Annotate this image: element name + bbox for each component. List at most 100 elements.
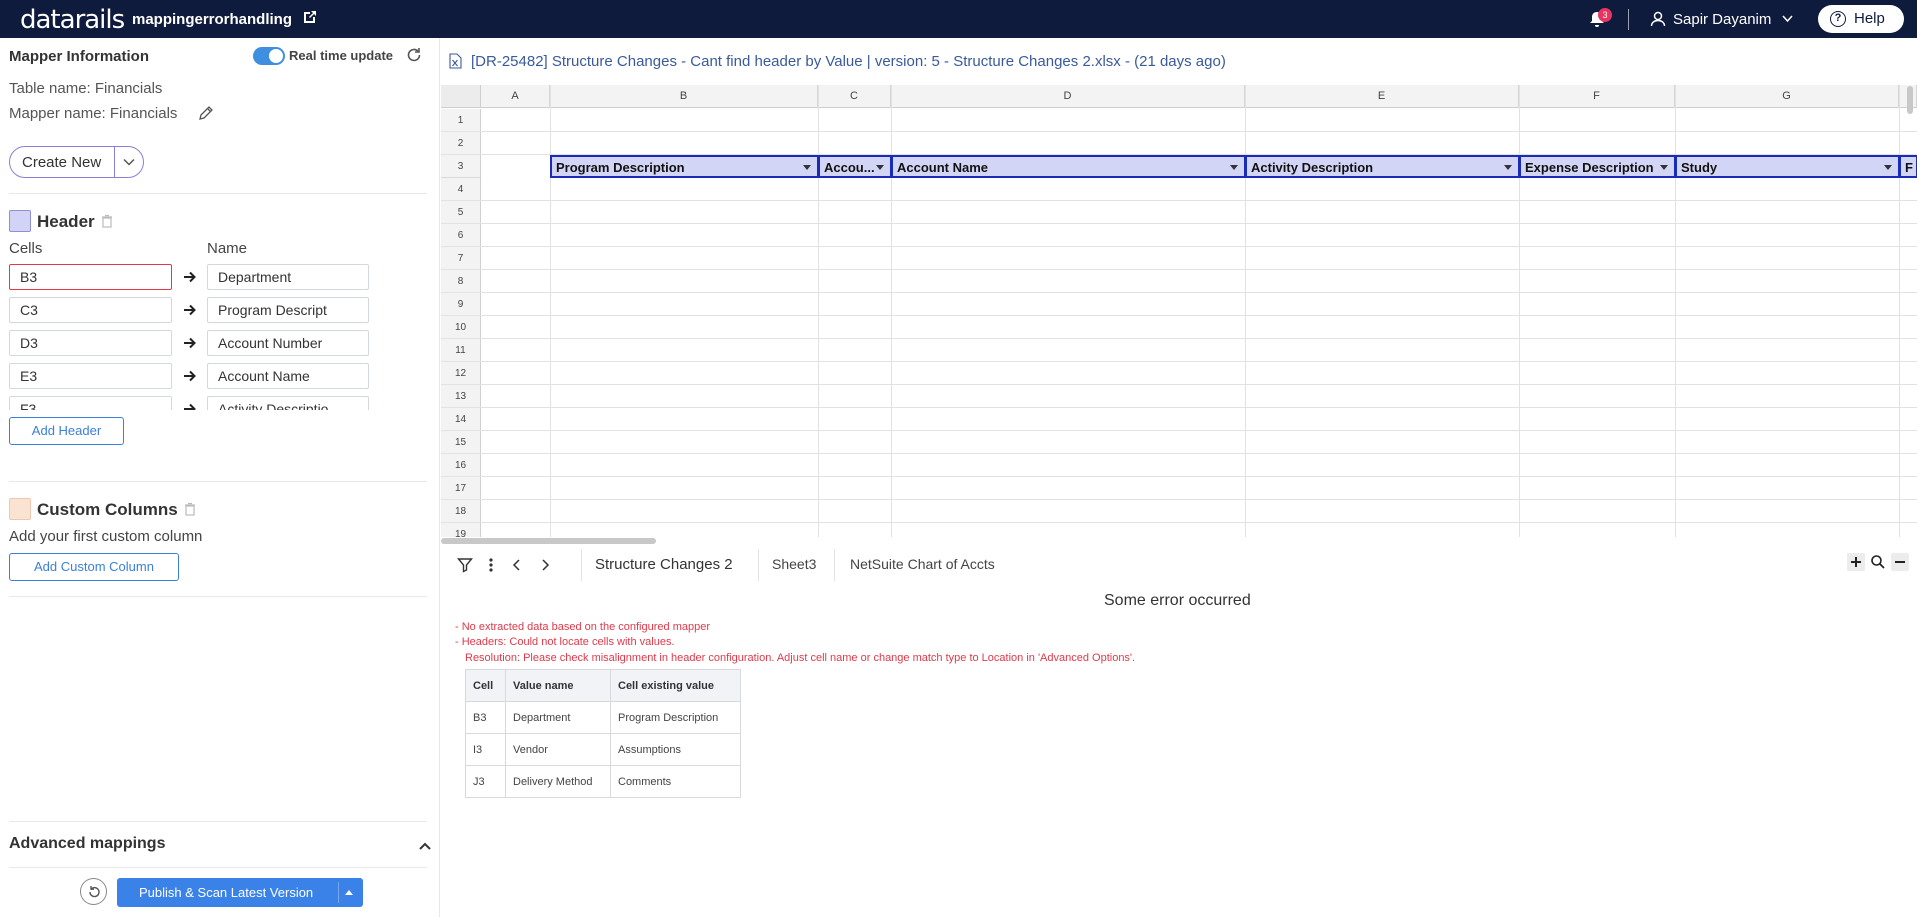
header-cell[interactable]: Program Description [550, 155, 818, 178]
header-cell[interactable]: Account Name [891, 155, 1245, 178]
create-new-button[interactable]: Create New [9, 146, 144, 178]
grid-line [441, 200, 1917, 201]
chevron-right-icon[interactable] [537, 557, 553, 573]
table-row: I3 Vendor Assumptions [465, 733, 741, 766]
header-cell-text: F [1905, 160, 1913, 175]
row-header[interactable]: 15 [441, 431, 481, 454]
undo-icon [89, 886, 100, 898]
column-header[interactable]: C [818, 85, 891, 108]
header-cell[interactable]: Accou... [818, 155, 891, 178]
row-header[interactable]: 12 [441, 362, 481, 385]
tab-netsuite-chart-of-accts[interactable]: NetSuite Chart of Accts [850, 556, 995, 572]
row-header[interactable]: 1 [441, 109, 481, 132]
filter-dropdown-icon[interactable] [1884, 165, 1892, 170]
grid-line [441, 246, 1917, 247]
user-name[interactable]: Sapir Dayanim [1673, 11, 1771, 28]
column-header[interactable]: E [1245, 85, 1519, 108]
name-input[interactable]: Program Descript [207, 297, 369, 323]
custom-columns-color-swatch[interactable] [9, 498, 31, 520]
cell-input[interactable]: C3 [9, 297, 172, 323]
grid-line [441, 315, 1917, 316]
row-header[interactable]: 10 [441, 316, 481, 339]
row-header[interactable]: 19 [441, 523, 481, 537]
cell-input[interactable]: B3 [9, 264, 172, 290]
datarails-logo[interactable]: datarails [20, 5, 125, 35]
name-input[interactable]: Activity Descriptio [207, 396, 369, 410]
chevron-down-icon[interactable] [123, 157, 135, 167]
add-header-button[interactable]: Add Header [9, 417, 124, 445]
tab-structure-changes-2[interactable]: Structure Changes 2 [595, 556, 733, 573]
vertical-scrollbar[interactable] [1907, 86, 1913, 114]
header-cell[interactable]: Study [1675, 155, 1899, 178]
search-icon[interactable] [1869, 553, 1887, 571]
column-header[interactable]: F [1519, 85, 1675, 108]
table-cell: I3 [465, 733, 506, 766]
row-header[interactable]: 14 [441, 408, 481, 431]
external-link-icon[interactable] [302, 9, 318, 25]
zoom-in-icon[interactable] [1847, 553, 1865, 571]
filter-dropdown-icon[interactable] [803, 165, 811, 170]
realtime-update-toggle[interactable] [253, 47, 285, 65]
divider [9, 867, 427, 868]
row-header[interactable]: 17 [441, 477, 481, 500]
row-header[interactable]: 3 [441, 155, 481, 178]
refresh-icon[interactable] [405, 46, 423, 64]
more-vertical-icon[interactable] [483, 557, 499, 573]
row-header[interactable]: 5 [441, 201, 481, 224]
arrow-right-icon [184, 403, 196, 410]
publish-scan-label: Publish & Scan Latest Version [139, 885, 314, 900]
column-header[interactable]: G [1675, 85, 1899, 108]
cell-input[interactable]: F3 [9, 396, 172, 410]
header-cell[interactable]: Activity Description [1245, 155, 1519, 178]
row-header[interactable]: 7 [441, 247, 481, 270]
cell-input[interactable]: D3 [9, 330, 172, 356]
row-header[interactable]: 9 [441, 293, 481, 316]
header-color-swatch[interactable] [9, 210, 31, 232]
name-input[interactable]: Account Number [207, 330, 369, 356]
name-input[interactable]: Department [207, 264, 369, 290]
row-header[interactable]: 2 [441, 132, 481, 155]
add-custom-column-button[interactable]: Add Custom Column [9, 553, 179, 581]
tab-sheet3[interactable]: Sheet3 [772, 556, 816, 572]
filter-dropdown-icon[interactable] [1504, 165, 1512, 170]
zoom-out-icon[interactable] [1891, 553, 1909, 571]
row-header[interactable]: 16 [441, 454, 481, 477]
header-cell[interactable]: Expense Description [1519, 155, 1675, 178]
row-header[interactable]: 11 [441, 339, 481, 362]
caret-up-icon[interactable] [345, 890, 353, 895]
trash-icon[interactable] [101, 214, 113, 228]
row-header[interactable]: 18 [441, 500, 481, 523]
undo-button[interactable] [80, 878, 107, 905]
column-header[interactable]: B [550, 85, 818, 108]
column-header[interactable]: D [891, 85, 1245, 108]
filter-dropdown-icon[interactable] [1230, 165, 1238, 170]
create-new-label: Create New [22, 154, 102, 171]
grid-line [441, 476, 1917, 477]
spreadsheet-grid[interactable]: A B C D E F G 1 2 3 4 5 6 7 8 9 10 11 12… [441, 85, 1917, 537]
publish-scan-button[interactable]: Publish & Scan Latest Version [117, 878, 363, 907]
cell-input[interactable]: E3 [9, 363, 172, 389]
chevron-left-icon[interactable] [509, 557, 525, 573]
pencil-icon[interactable] [198, 105, 214, 121]
chevron-up-icon[interactable] [418, 841, 432, 851]
header-cell[interactable]: F [1899, 155, 1917, 178]
chevron-down-icon[interactable] [1782, 15, 1793, 23]
select-all-corner[interactable] [441, 85, 481, 108]
grid-line [441, 430, 1917, 431]
row-header[interactable]: 13 [441, 385, 481, 408]
name-input[interactable]: Account Name [207, 363, 369, 389]
filter-dropdown-icon[interactable] [1660, 165, 1668, 170]
row-header[interactable]: 4 [441, 178, 481, 201]
grid-line [550, 85, 551, 537]
row-header[interactable]: 8 [441, 270, 481, 293]
advanced-mappings-title[interactable]: Advanced mappings [9, 835, 165, 853]
arrow-right-icon [184, 337, 196, 349]
help-button[interactable]: ? Help [1818, 5, 1904, 33]
horizontal-scrollbar[interactable] [441, 538, 656, 544]
user-icon[interactable] [1650, 11, 1666, 27]
column-header[interactable]: A [481, 85, 550, 108]
filter-icon[interactable] [457, 557, 473, 573]
filter-dropdown-icon[interactable] [876, 165, 884, 170]
row-header[interactable]: 6 [441, 224, 481, 247]
trash-icon[interactable] [184, 502, 196, 516]
